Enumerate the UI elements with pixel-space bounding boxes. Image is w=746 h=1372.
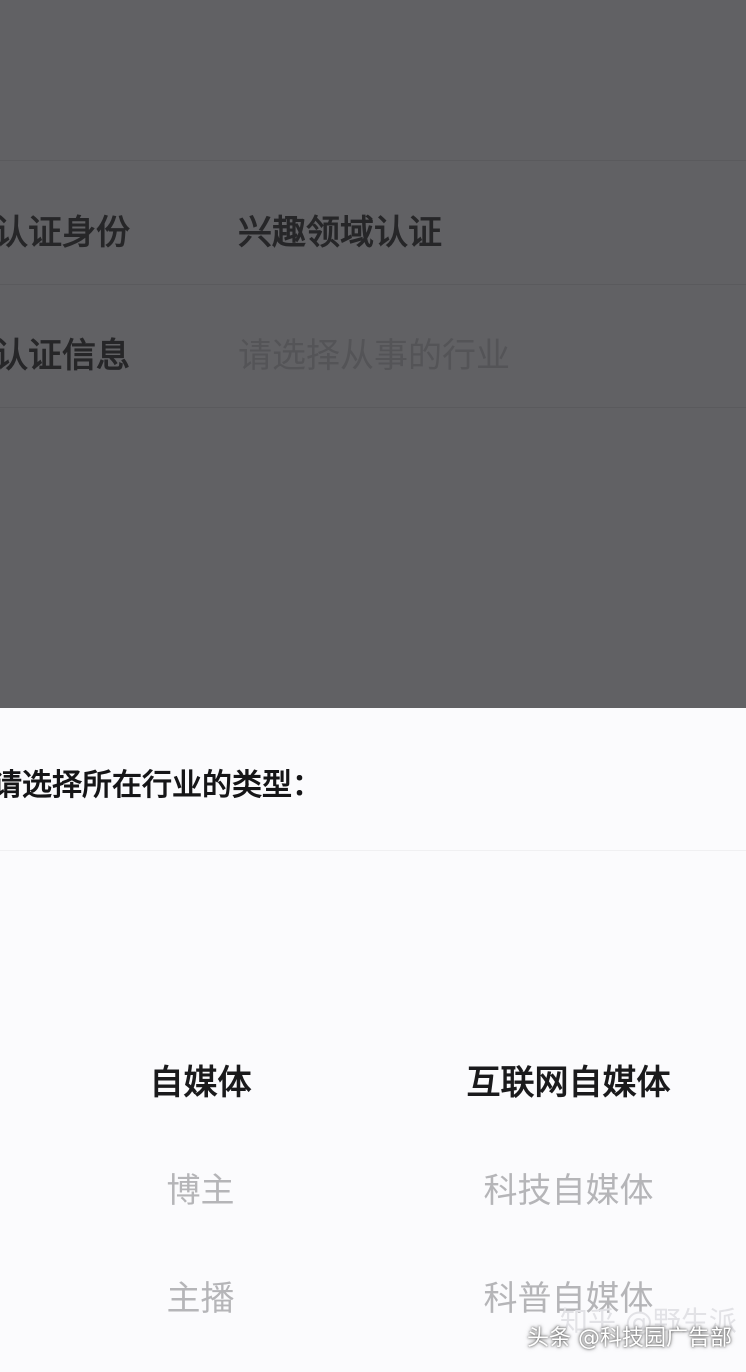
form-row-info[interactable]: 认证信息 请选择从事的行业: [0, 298, 746, 408]
form-label: 认证信息: [0, 336, 130, 376]
picker-option[interactable]: 互联网自媒体: [382, 1048, 746, 1156]
form-row-identity[interactable]: 认证身份 兴趣领域认证: [0, 175, 746, 285]
picker-option[interactable]: 主播: [14, 1264, 387, 1372]
picker-column-category[interactable]: 自媒体 博主 主播: [14, 1048, 387, 1372]
modal-backdrop[interactable]: 认证身份 兴趣领域认证 认证信息 请选择从事的行业: [0, 0, 746, 708]
picker-option[interactable]: 自媒体: [14, 1048, 387, 1156]
picker-option[interactable]: 博主: [14, 1156, 387, 1264]
industry-picker-sheet: 请选择所在行业的类型： 自媒体 博主 主播 互联网自媒体 科技自媒体 科普自媒体: [0, 708, 746, 1362]
form-label: 认证身份: [0, 213, 130, 253]
industry-select-field[interactable]: 请选择从事的行业: [238, 328, 510, 377]
divider: [0, 160, 746, 161]
divider: [0, 407, 746, 408]
identity-value[interactable]: 兴趣领域认证: [238, 205, 442, 254]
sheet-title: 请选择所在行业的类型：: [0, 768, 322, 803]
picker-option[interactable]: 科技自媒体: [382, 1156, 746, 1264]
divider: [0, 284, 746, 285]
watermark: 头条 @科技园广告部: [527, 1326, 732, 1351]
divider: [0, 850, 746, 851]
